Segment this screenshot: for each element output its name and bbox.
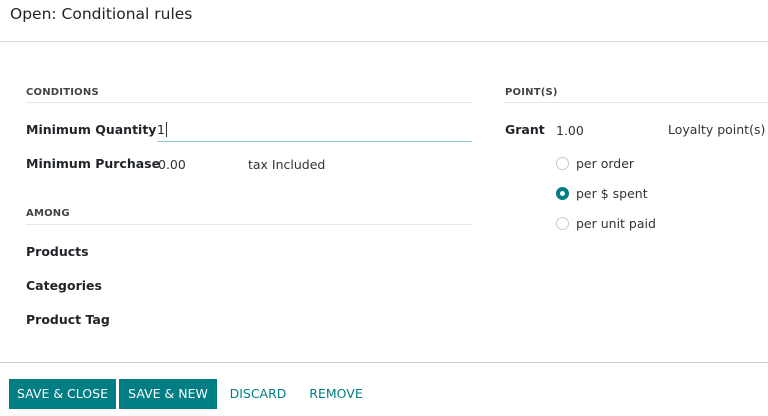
radio-per-dollar-spent[interactable]	[556, 187, 569, 200]
save-close-button[interactable]: SAVE & CLOSE	[9, 379, 116, 409]
min-purchase-label: Minimum Purchase	[26, 156, 161, 171]
categories-label: Categories	[26, 278, 102, 293]
products-label: Products	[26, 244, 89, 259]
product-tag-label: Product Tag	[26, 312, 110, 327]
footer-divider	[0, 362, 768, 363]
min-quantity-input[interactable]: 1	[157, 120, 472, 142]
among-divider	[26, 224, 472, 225]
points-unit: Loyalty point(s)	[668, 122, 766, 137]
grant-label: Grant	[505, 122, 545, 137]
option-per-dollar-spent-label[interactable]: per $ spent	[576, 186, 648, 201]
radio-per-unit-paid[interactable]	[556, 217, 569, 230]
points-divider	[505, 102, 768, 103]
option-per-order-label[interactable]: per order	[576, 156, 634, 171]
header-divider	[0, 41, 768, 42]
conditions-divider	[26, 102, 472, 103]
points-heading: POINT(S)	[505, 87, 558, 98]
dialog-title: Open: Conditional rules	[10, 5, 193, 23]
save-new-button[interactable]: SAVE & NEW	[119, 379, 217, 409]
among-heading: AMONG	[26, 208, 70, 219]
min-quantity-label: Minimum Quantity	[26, 122, 157, 137]
discard-button[interactable]: DISCARD	[222, 379, 294, 409]
conditions-heading: CONDITIONS	[26, 87, 99, 98]
min-purchase-input[interactable]: 0.00	[158, 157, 186, 172]
remove-button[interactable]: REMOVE	[300, 379, 372, 409]
option-per-unit-paid-label[interactable]: per unit paid	[576, 216, 656, 231]
tax-mode-select[interactable]: tax Included	[248, 157, 325, 172]
min-quantity-value: 1	[157, 122, 165, 137]
grant-input[interactable]: 1.00	[556, 123, 584, 138]
radio-per-order[interactable]	[556, 157, 569, 170]
